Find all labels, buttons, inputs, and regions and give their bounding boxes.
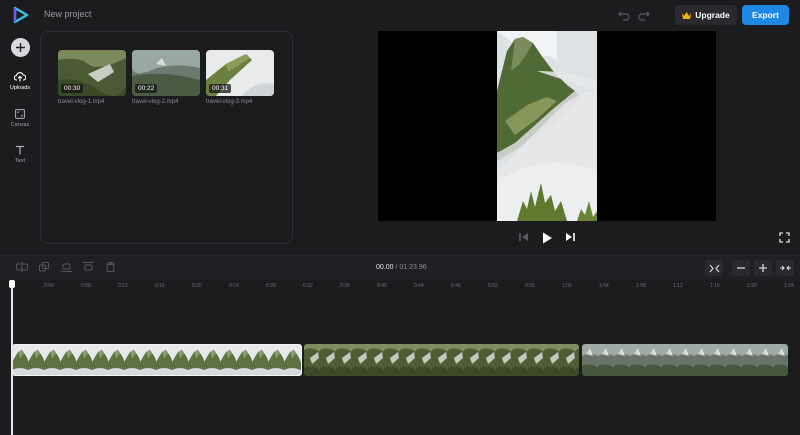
top-bar: New project Upgrade Export: [0, 0, 800, 30]
timeline[interactable]: 0 0:04 0:08 0:12 0:16 0:20 0:24 0:28 0:3…: [0, 279, 800, 435]
skip-forward-icon[interactable]: [564, 231, 576, 243]
export-button[interactable]: Export: [742, 5, 789, 25]
media-filename: travel-vlog-3.mp4: [206, 99, 253, 105]
upgrade-button[interactable]: Upgrade: [675, 5, 737, 25]
plus-icon: [16, 43, 25, 52]
time-separator: /: [395, 264, 398, 271]
media-thumbnail[interactable]: 00:30: [58, 50, 126, 96]
video-preview[interactable]: [378, 31, 716, 221]
tick-label: 0:24: [229, 283, 239, 289]
tick-label: 0:28: [266, 283, 276, 289]
duplicate-icon: [39, 262, 49, 272]
preview-image: [497, 31, 597, 221]
playhead[interactable]: [11, 287, 13, 435]
media-thumbnail[interactable]: 00:31: [206, 50, 274, 96]
align-bottom-icon: [60, 263, 72, 272]
sidebar-item-label: Text: [14, 158, 26, 164]
fit-icon: [709, 264, 719, 272]
media-thumbnail[interactable]: 00:22: [132, 50, 200, 96]
split-button[interactable]: [15, 260, 29, 274]
tick-label: 0:40: [377, 283, 387, 289]
duration-badge: 00:22: [135, 84, 158, 93]
time-ruler[interactable]: 0 0:04 0:08 0:12 0:16 0:20 0:24 0:28 0:3…: [0, 279, 800, 293]
project-title[interactable]: New project: [44, 9, 92, 19]
delete-button[interactable]: [103, 260, 117, 274]
skip-back-icon[interactable]: [518, 231, 530, 243]
tick-label: 1:16: [710, 283, 720, 289]
play-icon[interactable]: [540, 231, 554, 245]
current-time: 00.00: [376, 264, 394, 271]
split-icon: [16, 262, 28, 272]
tick-label: 1:08: [636, 283, 646, 289]
collapse-arrows-icon: [779, 265, 791, 271]
tick-label: 0:56: [525, 283, 535, 289]
timeline-clip[interactable]: [304, 344, 579, 376]
clip-filmstrip: [304, 344, 579, 376]
timeline-toolbar: 00.00 / 01:23.96: [0, 255, 800, 279]
duplicate-button[interactable]: [37, 260, 51, 274]
tick-label: 1:04: [599, 283, 609, 289]
duration-badge: 00:30: [61, 84, 84, 93]
timecode: 00.00 / 01:23.96: [376, 264, 427, 271]
timeline-clip[interactable]: [582, 344, 788, 376]
fit-timeline-button[interactable]: [705, 260, 723, 276]
clip-filmstrip: [12, 344, 302, 376]
sidebar-item-uploads[interactable]: Uploads: [0, 72, 40, 91]
canvas-icon: [15, 109, 25, 119]
export-label: Export: [752, 10, 779, 20]
media-panel: 00:30 00:22 00:31 travel-vlog-1.mp4 trav…: [40, 31, 293, 244]
crown-icon: [682, 11, 692, 19]
tick-label: 1:12: [673, 283, 683, 289]
plus-icon: [759, 264, 767, 272]
tick-label: 0:52: [488, 283, 498, 289]
tick-label: 0:44: [414, 283, 424, 289]
left-sidebar: Uploads Canvas Text: [0, 30, 40, 255]
total-time: 01:23.96: [399, 264, 427, 271]
tick-label: 0:36: [340, 283, 350, 289]
align-bottom-button[interactable]: [59, 260, 73, 274]
sidebar-item-canvas[interactable]: Canvas: [0, 109, 40, 128]
sidebar-item-label: Canvas: [10, 122, 30, 128]
zoom-out-button[interactable]: [732, 260, 750, 276]
tick-label: 0:20: [192, 283, 202, 289]
align-top-icon: [82, 262, 94, 271]
sidebar-item-label: Uploads: [9, 85, 31, 91]
add-media-button[interactable]: [11, 38, 30, 57]
tick-label: 0:08: [81, 283, 91, 289]
tick-label: 0:12: [118, 283, 128, 289]
sidebar-item-text[interactable]: Text: [0, 145, 40, 164]
clip-filmstrip: [582, 344, 788, 376]
trash-icon: [105, 262, 115, 272]
tick-label: 1:00: [562, 283, 572, 289]
zoom-in-button[interactable]: [754, 260, 772, 276]
text-icon: [16, 145, 24, 155]
undo-icon[interactable]: [617, 8, 631, 22]
media-filename: travel-vlog-1.mp4: [58, 99, 105, 105]
tick-label: 0:32: [303, 283, 313, 289]
duration-badge: 00:31: [209, 84, 232, 93]
upload-cloud-icon: [14, 72, 26, 82]
tick-label: 0:16: [155, 283, 165, 289]
upgrade-label: Upgrade: [695, 10, 730, 20]
minus-icon: [737, 267, 745, 269]
tick-label: 1:20: [747, 283, 757, 289]
redo-icon[interactable]: [637, 8, 651, 22]
media-filename: travel-vlog-2.mp4: [132, 99, 179, 105]
preview-frame: [497, 31, 597, 221]
app-logo-icon[interactable]: [12, 6, 30, 24]
tick-label: 0:04: [44, 283, 54, 289]
align-top-button[interactable]: [81, 260, 95, 274]
tick-label: 0:48: [451, 283, 461, 289]
tick-label: 1:24: [784, 283, 794, 289]
timeline-clip[interactable]: [12, 344, 302, 376]
fullscreen-icon[interactable]: [779, 232, 790, 243]
collapse-timeline-button[interactable]: [776, 260, 794, 276]
